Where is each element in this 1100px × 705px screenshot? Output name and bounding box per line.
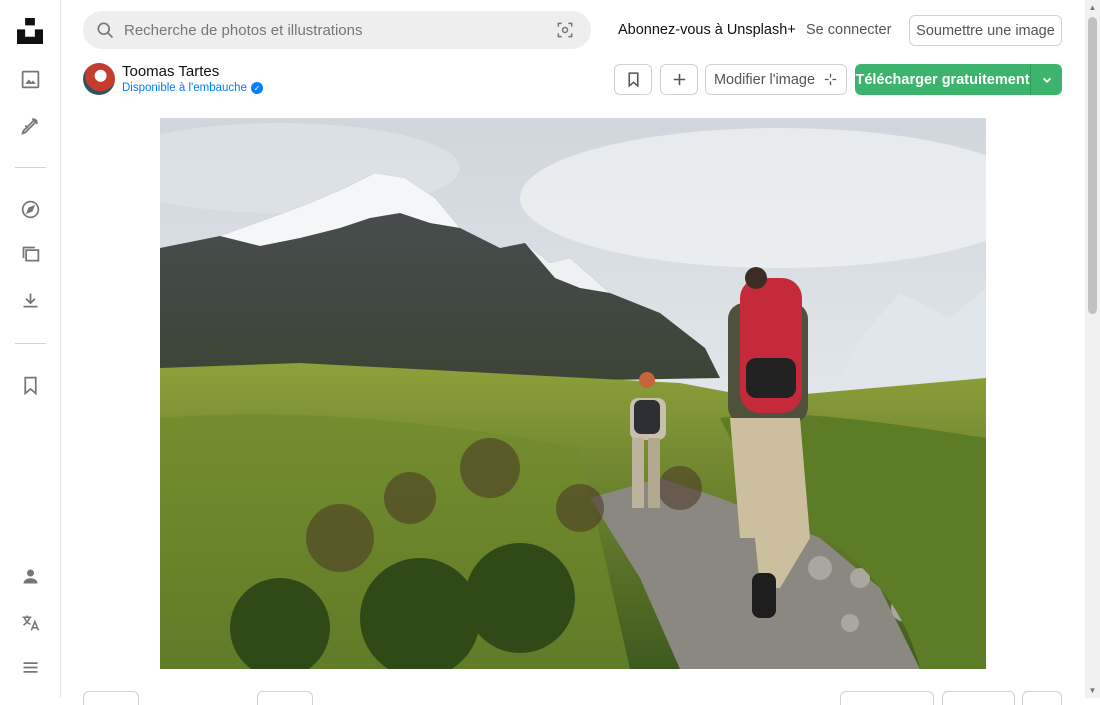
bookmark-icon[interactable] — [15, 370, 46, 401]
search-bar — [83, 11, 591, 49]
chevron-down-icon — [1042, 77, 1051, 83]
plus-icon — [673, 73, 685, 86]
sparkle-icon — [824, 73, 837, 86]
bookmark-icon — [627, 72, 639, 88]
sidebar-divider — [15, 343, 46, 344]
avatar[interactable] — [83, 63, 115, 95]
menu-icon[interactable] — [15, 652, 46, 683]
bottom-stat-button[interactable] — [257, 691, 313, 705]
language-icon[interactable] — [15, 607, 46, 638]
left-sidebar — [0, 0, 61, 698]
unsplash-plus-link[interactable]: Abonnez-vous à Unsplash+ — [618, 22, 796, 38]
hire-status[interactable]: Disponible à l'embauche ✓ — [122, 82, 263, 94]
search-input[interactable] — [124, 21, 555, 39]
login-link[interactable]: Se connecter — [806, 22, 891, 38]
scroll-thumb[interactable] — [1088, 17, 1097, 314]
photos-icon[interactable] — [15, 64, 46, 95]
page-scrollbar[interactable]: ▲ ▼ — [1085, 0, 1100, 698]
info-button[interactable] — [942, 691, 1015, 705]
add-to-collection-button[interactable] — [660, 64, 698, 95]
edit-image-button[interactable]: Modifier l'image — [705, 64, 847, 95]
submit-image-button[interactable]: Soumettre une image — [909, 15, 1062, 46]
illustrations-icon[interactable] — [15, 110, 46, 141]
more-actions-button[interactable] — [1022, 691, 1062, 705]
verified-icon: ✓ — [250, 82, 263, 94]
edit-image-label: Modifier l'image — [713, 71, 816, 88]
unsplash-logo-icon[interactable] — [17, 18, 43, 44]
download-button[interactable]: Télécharger gratuitement — [855, 64, 1030, 95]
photographer-name[interactable]: Toomas Tartes — [122, 63, 219, 80]
scroll-up-icon[interactable]: ▲ — [1088, 3, 1097, 12]
search-icon[interactable] — [95, 20, 115, 40]
collections-icon[interactable] — [15, 239, 46, 270]
hikers-mountain-image — [160, 118, 986, 669]
main-photo[interactable] — [160, 118, 986, 669]
sidebar-divider — [15, 167, 46, 168]
visual-search-icon[interactable] — [555, 20, 575, 40]
scroll-down-icon[interactable]: ▼ — [1088, 686, 1097, 695]
bottom-stat-button[interactable] — [83, 691, 139, 705]
download-group: Télécharger gratuitement — [855, 64, 1062, 95]
download-options-button[interactable] — [1030, 64, 1062, 95]
explore-icon[interactable] — [15, 194, 46, 225]
hire-status-label: Disponible à l'embauche — [122, 82, 247, 94]
share-button[interactable] — [840, 691, 934, 705]
bookmark-button[interactable] — [614, 64, 652, 95]
user-icon[interactable] — [15, 561, 46, 592]
downloads-icon[interactable] — [15, 285, 46, 316]
